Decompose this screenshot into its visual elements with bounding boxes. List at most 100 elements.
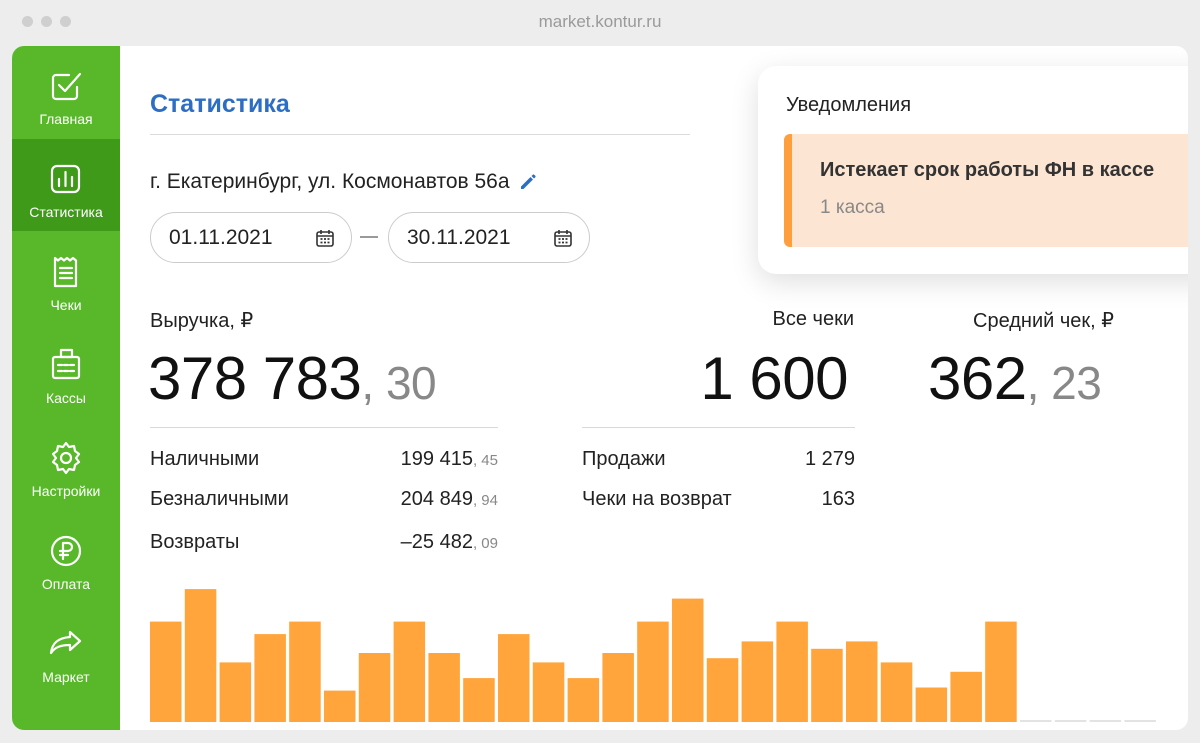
store-address: г. Екатеринбург, ул. Космонавтов 56а — [150, 170, 538, 194]
chart-bar — [776, 621, 808, 722]
ruble-icon — [46, 531, 86, 571]
daily-revenue-chart — [150, 589, 1156, 722]
sidebar-item-receipts[interactable]: Чеки — [12, 232, 120, 324]
sidebar-item-label: Настройки — [31, 483, 101, 499]
revenue-row-cents: , 94 — [472, 492, 498, 509]
sidebar-item-label: Кассы — [45, 390, 86, 406]
sidebar-item-payment[interactable]: Оплата — [12, 511, 120, 603]
checks-divider — [582, 427, 855, 428]
chart-bar — [324, 690, 356, 722]
sidebar-item-label: Главная — [39, 111, 93, 127]
sidebar-item-home[interactable]: Главная — [12, 46, 120, 138]
main-content: Статистика г. Екатеринбург, ул. Космонав… — [120, 46, 1188, 730]
chart-bar-empty — [1124, 720, 1156, 722]
chart-bar — [811, 648, 843, 722]
share-arrow-icon — [46, 624, 86, 664]
checks-row-value: 1 279 — [804, 448, 855, 470]
revenue-total-main: 378 783 — [148, 345, 362, 412]
sidebar-item-label: Чеки — [50, 297, 82, 313]
sidebar-item-settings[interactable]: Настройки — [12, 418, 120, 510]
chart-bar — [150, 621, 182, 722]
date-to-field[interactable]: 30.11.2021 — [388, 212, 590, 263]
chart-bar — [985, 621, 1017, 722]
revenue-label: Выручка, ₽ — [150, 310, 254, 332]
notification-title: Истекает срок работы ФН в кассе — [820, 159, 1155, 181]
chart-bar — [915, 687, 948, 722]
checks-row-label: Продажи — [582, 448, 666, 470]
chart-bar — [428, 653, 460, 722]
address-bar-url[interactable]: market.kontur.ru — [0, 12, 1200, 32]
revenue-row-cents: , 09 — [472, 535, 498, 552]
revenue-row-value: –25 482, 09 — [320, 531, 498, 554]
chart-bar — [706, 658, 739, 722]
date-to-value: 30.11.2021 — [407, 226, 511, 249]
sidebar-item-statistics[interactable]: Статистика — [12, 139, 120, 231]
revenue-row-main: 204 849 — [400, 488, 473, 510]
chart-bar — [846, 641, 878, 722]
chart-icon — [46, 159, 86, 199]
chart-bar — [532, 662, 565, 722]
page-title: Статистика — [150, 90, 290, 118]
calendar-icon[interactable] — [315, 228, 335, 248]
checks-row-value: 163 — [821, 488, 855, 510]
chart-bar — [880, 662, 913, 722]
date-range-separator — [360, 236, 378, 238]
chart-bar — [254, 634, 286, 722]
revenue-total: 378 783, 30 — [148, 344, 437, 413]
chart-bar — [393, 621, 426, 722]
calendar-icon[interactable] — [553, 228, 573, 248]
pencil-icon[interactable] — [518, 172, 538, 192]
revenue-total-cents: , 30 — [361, 357, 437, 409]
chart-bar-empty — [1054, 720, 1087, 722]
chart-bar — [950, 671, 982, 722]
checks-total: 1 600 — [700, 345, 848, 412]
chart-bar — [741, 641, 774, 722]
chart-bar — [463, 678, 495, 722]
chart-bar — [567, 678, 600, 722]
average-check-cents: , 23 — [1026, 357, 1102, 409]
average-check-main: 362 — [928, 345, 1027, 412]
chart-bar — [184, 589, 217, 722]
sidebar-item-label: Оплата — [41, 576, 91, 592]
chart-bar — [219, 662, 252, 722]
date-from-value: 01.11.2021 — [169, 226, 273, 249]
revenue-row-main: –25 482 — [400, 531, 473, 553]
chart-bar-empty — [1089, 720, 1122, 722]
chart-bar — [498, 634, 530, 722]
revenue-row-value: 199 415, 45 — [320, 448, 498, 471]
notification-item[interactable]: Истекает срок работы ФН в кассе 1 касса — [784, 134, 1188, 247]
receipt-icon — [46, 252, 86, 292]
title-divider — [150, 134, 690, 135]
browser-titlebar: market.kontur.ru — [0, 0, 1200, 46]
revenue-divider — [150, 427, 498, 428]
date-from-field[interactable]: 01.11.2021 — [150, 212, 352, 263]
revenue-row-value: 204 849, 94 — [320, 488, 498, 511]
chart-bar — [602, 653, 634, 722]
address-text: г. Екатеринбург, ул. Космонавтов 56а — [150, 170, 510, 193]
chart-bar — [637, 621, 669, 722]
checks-row-label: Чеки на возврат — [582, 488, 732, 510]
sidebar-item-market[interactable]: Маркет — [12, 604, 120, 696]
revenue-row-main: 199 415 — [400, 448, 473, 470]
sidebar: Главная Статистика Чеки Кассы Настройки … — [12, 46, 120, 730]
checkbox-icon — [46, 66, 86, 106]
revenue-row-label: Возвраты — [150, 531, 240, 553]
chart-bar — [672, 598, 704, 722]
sidebar-item-label: Статистика — [29, 204, 103, 220]
revenue-row-label: Безналичными — [150, 488, 289, 510]
chart-bar-empty — [1020, 720, 1052, 722]
revenue-row-cents: , 45 — [472, 452, 498, 469]
average-check-total: 362, 23 — [928, 344, 1102, 413]
chart-bar — [358, 653, 391, 722]
gear-icon — [46, 438, 86, 478]
chart-bar — [289, 621, 321, 722]
notification-subtitle: 1 касса — [820, 197, 885, 218]
notifications-title: Уведомления — [786, 94, 912, 116]
checks-label: Все чеки — [772, 308, 854, 330]
notifications-popup: Уведомления Истекает срок работы ФН в ка… — [758, 66, 1188, 274]
revenue-row-label: Наличными — [150, 448, 260, 470]
sidebar-item-label: Маркет — [42, 669, 90, 685]
app-window: Главная Статистика Чеки Кассы Настройки … — [12, 46, 1188, 730]
average-check-label: Средний чек, ₽ — [973, 310, 1114, 332]
sidebar-item-registers[interactable]: Кассы — [12, 325, 120, 417]
